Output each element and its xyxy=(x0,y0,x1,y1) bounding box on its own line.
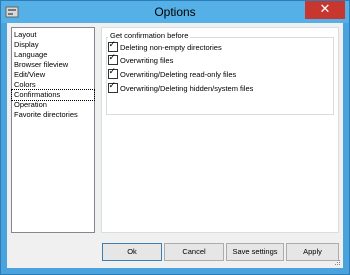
window-title: Options xyxy=(154,5,196,19)
options-dialog: Options ✕ Layout Display Language Browse… xyxy=(0,0,350,275)
title-bar[interactable]: Options ✕ xyxy=(1,1,349,23)
dialog-client-area: Layout Display Language Browser fileview… xyxy=(7,23,343,268)
nav-item-operation[interactable]: Operation xyxy=(12,100,94,110)
nav-item-favorite-directories[interactable]: Favorite directories xyxy=(12,110,94,120)
cancel-button[interactable]: Cancel xyxy=(164,243,224,261)
nav-item-colors[interactable]: Colors xyxy=(12,80,94,90)
checkbox-read-only[interactable] xyxy=(108,67,118,80)
nav-item-language[interactable]: Language xyxy=(12,50,94,60)
checkbox-row-overwriting-files[interactable]: Overwriting files xyxy=(108,53,174,66)
checkbox-label: Deleting non-empty directories xyxy=(120,43,222,52)
button-bar: Ok Cancel Save settings Apply xyxy=(7,236,343,268)
checkbox-overwriting-files[interactable] xyxy=(108,53,118,66)
checkbox-row-hidden-system[interactable]: Overwriting/Deleting hidden/system files xyxy=(108,81,254,94)
confirmations-panel: Get confirmation before Deleting non-emp… xyxy=(101,27,339,233)
group-label: Get confirmation before xyxy=(108,31,191,40)
category-list[interactable]: Layout Display Language Browser fileview… xyxy=(11,27,95,233)
checkbox-label: Overwriting/Deleting hidden/system files xyxy=(120,84,254,93)
checkbox-deleting-non-empty[interactable] xyxy=(108,40,118,53)
nav-item-browser-fileview[interactable]: Browser fileview xyxy=(12,60,94,70)
apply-button[interactable]: Apply xyxy=(286,243,339,261)
ok-button[interactable]: Ok xyxy=(102,243,162,261)
checkbox-row-deleting-non-empty[interactable]: Deleting non-empty directories xyxy=(108,40,222,53)
close-button[interactable]: ✕ xyxy=(305,1,345,19)
nav-item-confirmations[interactable]: Confirmations xyxy=(11,89,95,101)
checkbox-hidden-system[interactable] xyxy=(108,81,118,94)
save-settings-button[interactable]: Save settings xyxy=(226,243,284,261)
checkbox-label: Overwriting/Deleting read-only files xyxy=(120,70,237,79)
checkbox-row-read-only[interactable]: Overwriting/Deleting read-only files xyxy=(108,67,237,80)
resize-grip-icon[interactable] xyxy=(333,258,341,266)
nav-item-edit-view[interactable]: Edit/View xyxy=(12,70,94,80)
nav-item-display[interactable]: Display xyxy=(12,40,94,50)
checkbox-label: Overwriting files xyxy=(120,56,174,65)
nav-item-layout[interactable]: Layout xyxy=(12,30,94,40)
